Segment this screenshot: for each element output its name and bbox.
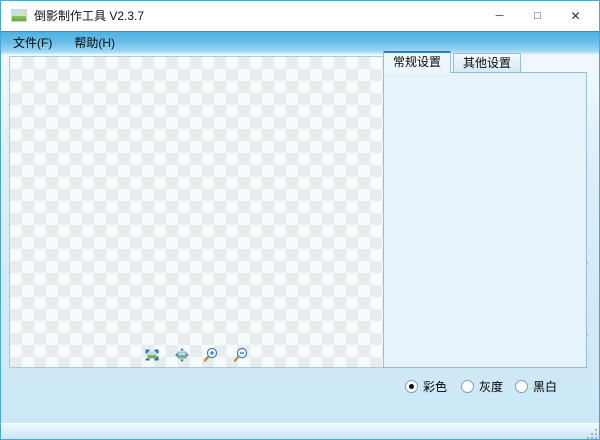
menu-item-help[interactable]: 帮助(H) (64, 32, 125, 54)
radio-color-label: 彩色 (423, 378, 447, 395)
app-window: 倒影制作工具 V2.3.7 ─ □ ✕ 文件(F) 帮助(H) 打开图片 (0, 0, 600, 440)
tab-other-settings[interactable]: 其他设置 (453, 53, 521, 73)
canvas-toolbar (10, 347, 383, 363)
settings-tabs: 常规设置 其他设置 (383, 51, 523, 73)
radio-option-color[interactable]: 彩色 (405, 378, 447, 395)
fit-image-icon (144, 347, 160, 363)
image-canvas[interactable] (9, 56, 384, 368)
radio-bw-label: 黑白 (533, 378, 557, 395)
maximize-button[interactable]: □ (519, 1, 556, 31)
close-button[interactable]: ✕ (557, 1, 594, 31)
radio-option-grayscale[interactable]: 灰度 (461, 378, 503, 395)
zoom-in-button[interactable] (203, 347, 219, 363)
menu-item-file[interactable]: 文件(F) (3, 32, 62, 54)
resize-grip-icon[interactable] (595, 437, 597, 439)
zoom-out-button[interactable] (233, 347, 249, 363)
actual-size-icon (174, 347, 190, 363)
radio-bw-icon[interactable] (515, 380, 528, 393)
window-title: 倒影制作工具 V2.3.7 (34, 1, 144, 31)
status-bar (1, 423, 599, 440)
settings-panel (383, 72, 587, 368)
actual-size-button[interactable] (174, 347, 190, 363)
fit-image-button[interactable] (144, 347, 160, 363)
radio-option-bw[interactable]: 黑白 (515, 378, 557, 395)
tab-general-settings[interactable]: 常规设置 (383, 51, 451, 73)
app-icon (11, 9, 27, 22)
minimize-button[interactable]: ─ (481, 1, 518, 31)
zoom-in-icon (203, 347, 219, 363)
radio-color-icon[interactable] (405, 380, 418, 393)
titlebar[interactable]: 倒影制作工具 V2.3.7 ─ □ ✕ (1, 1, 599, 31)
radio-grayscale-icon[interactable] (461, 380, 474, 393)
zoom-out-icon (233, 347, 249, 363)
radio-grayscale-label: 灰度 (479, 378, 503, 395)
